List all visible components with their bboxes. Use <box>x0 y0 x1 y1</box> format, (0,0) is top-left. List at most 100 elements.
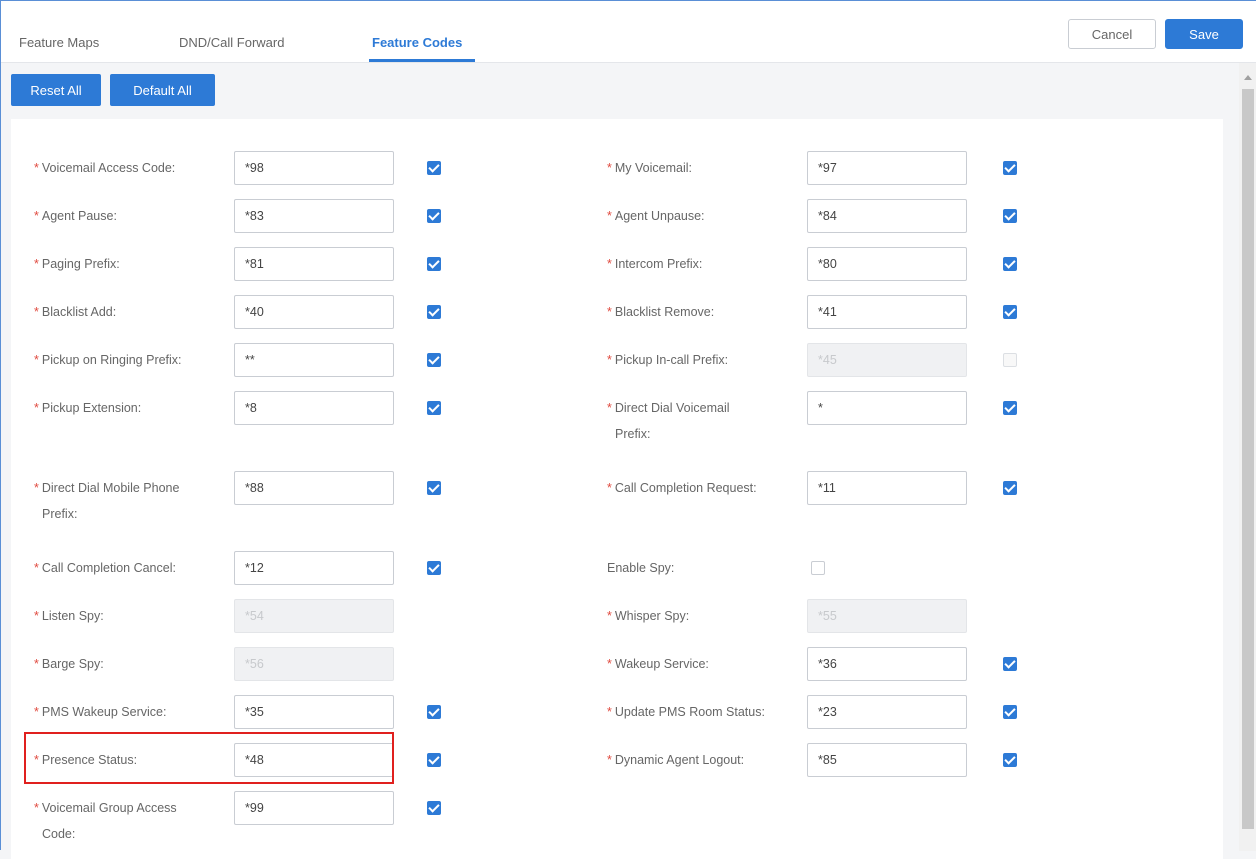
field-label: * Update PMS Room Status: <box>607 698 765 726</box>
code-input: *55 <box>807 599 967 633</box>
enabled-checkbox[interactable] <box>427 209 441 223</box>
enabled-checkbox[interactable] <box>427 753 441 767</box>
field-label: * Direct Dial Mobile Phone <box>34 474 179 502</box>
field-label: * Blacklist Remove: <box>607 298 714 326</box>
required-asterisk: * <box>34 353 39 367</box>
code-input[interactable]: *97 <box>807 151 967 185</box>
code-input[interactable]: *88 <box>234 471 394 505</box>
scroll-up-icon[interactable] <box>1244 75 1252 80</box>
enabled-checkbox[interactable] <box>1003 753 1017 767</box>
field-label-text: Update PMS Room Status: <box>614 705 765 719</box>
required-asterisk: * <box>607 161 612 175</box>
code-input[interactable]: *12 <box>234 551 394 585</box>
code-input[interactable]: * <box>807 391 967 425</box>
enabled-checkbox[interactable] <box>427 353 441 367</box>
cancel-button[interactable]: Cancel <box>1068 19 1156 49</box>
enabled-checkbox[interactable] <box>427 401 441 415</box>
reset-all-button[interactable]: Reset All <box>11 74 101 106</box>
code-input[interactable]: *80 <box>807 247 967 281</box>
required-asterisk: * <box>607 257 612 271</box>
code-input[interactable]: *8 <box>234 391 394 425</box>
code-input[interactable]: *11 <box>807 471 967 505</box>
enabled-checkbox[interactable] <box>1003 657 1017 671</box>
field-label: * Dynamic Agent Logout: <box>607 746 744 774</box>
required-asterisk: * <box>34 161 39 175</box>
field-label-text: Call Completion Cancel: <box>41 561 176 575</box>
required-asterisk: * <box>34 481 39 495</box>
tab-feature-codes[interactable]: Feature Codes <box>372 35 462 50</box>
code-input[interactable]: *98 <box>234 151 394 185</box>
field-label-text: Voicemail Group Access <box>41 801 177 815</box>
unchecked-checkbox[interactable] <box>811 561 825 575</box>
code-input[interactable]: *41 <box>807 295 967 329</box>
field-label: * Pickup on Ringing Prefix: <box>34 346 182 374</box>
required-asterisk: * <box>607 753 612 767</box>
tab-feature-maps[interactable]: Feature Maps <box>19 35 99 50</box>
code-input: *54 <box>234 599 394 633</box>
code-input: *45 <box>807 343 967 377</box>
enabled-checkbox[interactable] <box>1003 305 1017 319</box>
code-input[interactable]: *35 <box>234 695 394 729</box>
code-input[interactable]: *85 <box>807 743 967 777</box>
enabled-checkbox[interactable] <box>427 161 441 175</box>
field-label: * Pickup Extension: <box>34 394 141 422</box>
field-label: * Call Completion Request: <box>607 474 757 502</box>
field-label: * Agent Unpause: <box>607 202 705 230</box>
required-asterisk: * <box>607 609 612 623</box>
field-label-text: Pickup In-call Prefix: <box>614 353 729 367</box>
field-label: * Intercom Prefix: <box>607 250 702 278</box>
scrollbar-thumb[interactable] <box>1242 89 1254 829</box>
code-input[interactable]: *36 <box>807 647 967 681</box>
required-asterisk: * <box>607 481 612 495</box>
field-label: * Paging Prefix: <box>34 250 120 278</box>
required-asterisk: * <box>34 561 39 575</box>
field-label-text: Dynamic Agent Logout: <box>614 753 745 767</box>
field-label-text: Enable Spy: <box>607 561 675 575</box>
enabled-checkbox[interactable] <box>427 705 441 719</box>
code-input[interactable]: *99 <box>234 791 394 825</box>
enabled-checkbox[interactable] <box>1003 209 1017 223</box>
enabled-checkbox[interactable] <box>1003 161 1017 175</box>
required-asterisk: * <box>34 705 39 719</box>
tab-dnd-call-forward[interactable]: DND/Call Forward <box>179 35 284 50</box>
field-label: Enable Spy: <box>607 554 674 582</box>
required-asterisk: * <box>34 801 39 815</box>
field-label-text: Intercom Prefix: <box>614 257 703 271</box>
field-label-text: Whisper Spy: <box>614 609 690 623</box>
enabled-checkbox[interactable] <box>1003 257 1017 271</box>
enabled-checkbox[interactable] <box>1003 705 1017 719</box>
field-label: * Voicemail Group Access <box>34 794 177 822</box>
code-input: *56 <box>234 647 394 681</box>
enabled-checkbox[interactable] <box>1003 401 1017 415</box>
code-input[interactable]: *84 <box>807 199 967 233</box>
code-input[interactable]: ** <box>234 343 394 377</box>
save-button[interactable]: Save <box>1165 19 1243 49</box>
code-input[interactable]: *40 <box>234 295 394 329</box>
code-input[interactable]: *83 <box>234 199 394 233</box>
enabled-checkbox[interactable] <box>1003 481 1017 495</box>
required-asterisk: * <box>607 705 612 719</box>
field-label-text: Paging Prefix: <box>41 257 120 271</box>
field-label: * Voicemail Access Code: <box>34 154 175 182</box>
field-label: * Call Completion Cancel: <box>34 554 176 582</box>
enabled-checkbox[interactable] <box>427 801 441 815</box>
field-label-line2: Code: <box>42 827 76 841</box>
app-frame: Feature Maps DND/Call Forward Feature Co… <box>0 0 1256 859</box>
field-label-text: Direct Dial Mobile Phone <box>41 481 180 495</box>
enabled-checkbox[interactable] <box>427 561 441 575</box>
field-label-text: Direct Dial Voicemail <box>614 401 730 415</box>
field-label: * Pickup In-call Prefix: <box>607 346 728 374</box>
field-label-text: Pickup on Ringing Prefix: <box>41 353 182 367</box>
field-label-text: Wakeup Service: <box>614 657 709 671</box>
field-label: * Whisper Spy: <box>607 602 689 630</box>
default-all-button[interactable]: Default All <box>110 74 215 106</box>
code-input[interactable]: *81 <box>234 247 394 281</box>
enabled-checkbox[interactable] <box>427 481 441 495</box>
enabled-checkbox[interactable] <box>427 305 441 319</box>
code-input[interactable]: *23 <box>807 695 967 729</box>
field-label-text: Call Completion Request: <box>614 481 757 495</box>
field-label-text: Pickup Extension: <box>41 401 142 415</box>
field-label-text: PMS Wakeup Service: <box>41 705 167 719</box>
field-label-line2: Prefix: <box>42 507 78 521</box>
enabled-checkbox[interactable] <box>427 257 441 271</box>
